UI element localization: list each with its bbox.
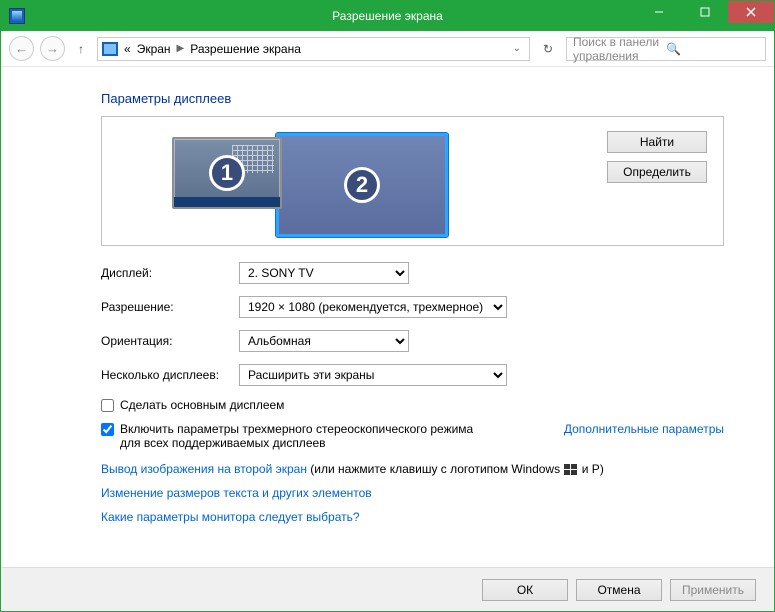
display-icon [102, 42, 118, 56]
search-input[interactable]: Поиск в панели управления 🔍 [566, 37, 766, 61]
display-label: Дисплей: [101, 266, 239, 280]
monitor-number-2: 2 [344, 167, 380, 203]
which-settings-link[interactable]: Какие параметры монитора следует выбрать… [101, 510, 724, 524]
content-area: Параметры дисплеев 1 2 Найти Определить … [1, 67, 774, 567]
monitor-number-1: 1 [209, 155, 245, 191]
dialog-footer: ОК Отмена Применить [1, 567, 774, 611]
titlebar: Разрешение экрана [1, 1, 774, 31]
monitor-2-selected[interactable]: 2 [276, 133, 448, 237]
project-hint-end: и P) [578, 462, 603, 476]
orientation-select[interactable]: Альбомная [239, 330, 409, 352]
multiple-displays-select[interactable]: Расширить эти экраны [239, 364, 507, 386]
chevron-right-icon: ▶ [177, 43, 185, 54]
apply-button[interactable]: Применить [670, 579, 756, 601]
project-hint: (или нажмите клавишу с логотипом Windows [307, 462, 563, 476]
resolution-select[interactable]: 1920 × 1080 (рекомендуется, трехмерное) [239, 296, 507, 318]
breadcrumb-screen[interactable]: Экран [137, 42, 171, 56]
project-link[interactable]: Вывод изображения на второй экран [101, 462, 307, 476]
cancel-button[interactable]: Отмена [576, 579, 662, 601]
section-heading: Параметры дисплеев [101, 91, 744, 106]
search-placeholder: Поиск в панели управления [573, 35, 666, 63]
forward-button[interactable]: → [40, 36, 65, 61]
primary-checkbox-label: Сделать основным дисплеем [120, 398, 284, 412]
stereo-checkbox[interactable] [101, 423, 114, 436]
resolution-label: Разрешение: [101, 300, 239, 314]
ok-button[interactable]: ОК [482, 579, 568, 601]
stereo-checkbox-label: Включить параметры трехмерного стереоско… [120, 422, 480, 450]
navbar: ← → ↑ « Экран ▶ Разрешение экрана ⌄ ↻ По… [1, 31, 774, 67]
window-title: Разрешение экрана [1, 9, 774, 23]
advanced-settings-link[interactable]: Дополнительные параметры [564, 422, 724, 436]
text-size-link[interactable]: Изменение размеров текста и других элеме… [101, 486, 724, 500]
multiple-label: Несколько дисплеев: [101, 368, 239, 382]
windows-key-icon [563, 463, 578, 476]
breadcrumb-prefix: « [124, 42, 131, 56]
refresh-button[interactable]: ↻ [536, 42, 560, 56]
breadcrumb-resolution[interactable]: Разрешение экрана [190, 42, 301, 56]
orientation-label: Ориентация: [101, 334, 239, 348]
display-preview: 1 2 Найти Определить [101, 116, 724, 246]
chevron-down-icon[interactable]: ⌄ [509, 43, 525, 54]
back-button[interactable]: ← [9, 36, 34, 61]
monitor-1[interactable]: 1 [172, 137, 282, 209]
address-bar[interactable]: « Экран ▶ Разрешение экрана ⌄ [97, 37, 530, 61]
primary-checkbox[interactable] [101, 399, 114, 412]
up-button[interactable]: ↑ [71, 42, 91, 56]
find-button[interactable]: Найти [607, 131, 707, 153]
search-icon: 🔍 [666, 42, 759, 56]
display-select[interactable]: 2. SONY TV [239, 262, 409, 284]
detect-button[interactable]: Определить [607, 161, 707, 183]
